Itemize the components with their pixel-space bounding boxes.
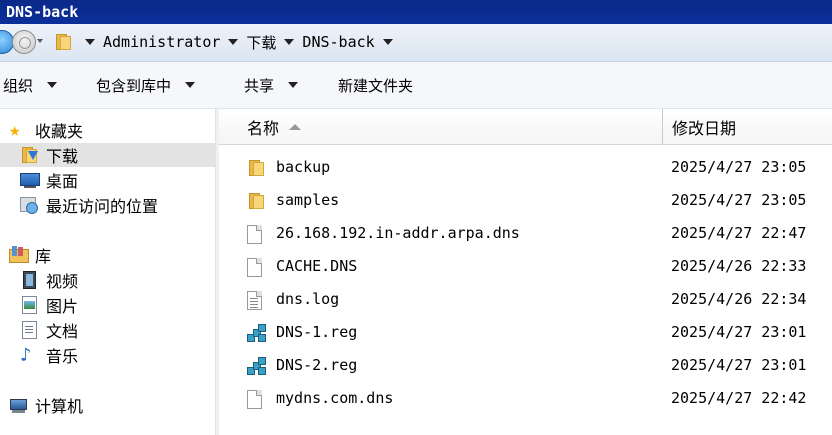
recent-pages-dropdown-icon[interactable] (37, 39, 43, 43)
nav-label: 视频 (46, 272, 79, 291)
chevron-down-icon (47, 82, 58, 88)
share-label: 共享 (244, 76, 275, 95)
star-icon: ★ (9, 119, 21, 141)
registry-file-icon (247, 324, 266, 344)
navigation-pane: ★ 收藏夹 下载 桌面 最近访问的位置 库 视频 图片 文档 ♪ 音乐 计算机 (0, 109, 215, 435)
libraries-icon (9, 245, 29, 265)
file-icon (247, 225, 265, 245)
share-button[interactable]: 共享 (244, 74, 299, 96)
include-library-label: 包含到库中 (96, 76, 172, 95)
folder-icon (247, 192, 265, 212)
sort-ascending-icon (289, 123, 302, 130)
file-name: DNS-1.reg (276, 323, 358, 341)
computer-icon (9, 395, 29, 415)
file-date-modified: 2025/4/27 23:05 (671, 191, 807, 209)
nav-label: 音乐 (46, 347, 79, 366)
chevron-down-icon (288, 82, 299, 88)
documents-icon (20, 320, 40, 340)
file-name: backup (276, 158, 331, 176)
breadcrumb: Administrator 下载 DNS-back (82, 32, 396, 52)
nav-item-pictures[interactable]: 图片 (0, 293, 215, 317)
column-header: 名称 修改日期 (219, 109, 832, 145)
file-row[interactable]: dns.log 2025/4/26 22:34 (219, 284, 832, 317)
chevron-down-icon[interactable] (382, 39, 393, 45)
file-name: mydns.com.dns (276, 389, 394, 407)
column-name-label: 名称 (247, 118, 280, 138)
nav-label: 桌面 (46, 172, 79, 191)
chevron-down-icon[interactable] (85, 39, 95, 45)
file-name: DNS-2.reg (276, 356, 358, 374)
folder-icon (54, 33, 72, 51)
nav-item-videos[interactable]: 视频 (0, 268, 215, 292)
pictures-icon (20, 295, 40, 315)
nav-label: 收藏夹 (35, 122, 84, 141)
nav-label: 下载 (46, 147, 79, 166)
file-date-modified: 2025/4/27 22:47 (671, 224, 807, 242)
window-title: DNS-back (0, 0, 832, 24)
downloads-folder-icon (20, 145, 40, 165)
music-icon: ♪ (20, 344, 32, 366)
file-icon (247, 390, 265, 410)
file-row[interactable]: DNS-1.reg 2025/4/27 23:01 (219, 317, 832, 350)
column-date-label: 修改日期 (672, 118, 737, 138)
column-header-name[interactable]: 名称 (219, 109, 662, 144)
new-folder-label: 新建文件夹 (338, 76, 414, 95)
registry-file-icon (247, 357, 266, 377)
file-date-modified: 2025/4/27 23:01 (671, 323, 807, 341)
new-folder-button[interactable]: 新建文件夹 (338, 74, 413, 96)
file-name: 26.168.192.in-addr.arpa.dns (276, 224, 520, 242)
include-in-library-button[interactable]: 包含到库中 (96, 74, 196, 96)
file-name: samples (276, 191, 340, 209)
chevron-down-icon (185, 82, 196, 88)
organize-label: 组织 (3, 76, 34, 95)
file-date-modified: 2025/4/27 23:01 (671, 356, 807, 374)
text-file-icon (247, 291, 265, 311)
nav-label: 计算机 (35, 397, 84, 416)
nav-item-favorites[interactable]: ★ 收藏夹 (0, 118, 224, 142)
nav-item-computer[interactable]: 计算机 (0, 393, 224, 417)
organize-button[interactable]: 组织 (3, 74, 58, 96)
file-row[interactable]: samples 2025/4/27 23:05 (219, 185, 832, 218)
recent-places-icon (20, 195, 40, 215)
file-date-modified: 2025/4/26 22:33 (671, 257, 807, 275)
nav-label: 最近访问的位置 (46, 197, 159, 216)
breadcrumb-dns-back[interactable]: DNS-back (302, 33, 374, 51)
file-row[interactable]: 26.168.192.in-addr.arpa.dns 2025/4/27 22:… (219, 218, 832, 251)
file-row[interactable]: DNS-2.reg 2025/4/27 23:01 (219, 350, 832, 383)
nav-label: 图片 (46, 297, 79, 316)
nav-item-documents[interactable]: 文档 (0, 318, 215, 342)
nav-item-desktop[interactable]: 桌面 (0, 168, 215, 192)
desktop-icon (20, 170, 40, 190)
forward-button[interactable] (12, 30, 36, 54)
file-name: CACHE.DNS (276, 257, 358, 275)
nav-item-recent-places[interactable]: 最近访问的位置 (0, 193, 215, 217)
nav-item-downloads[interactable]: 下载 (0, 143, 215, 167)
file-date-modified: 2025/4/26 22:34 (671, 290, 807, 308)
breadcrumb-downloads[interactable]: 下载 (246, 32, 276, 53)
nav-item-libraries[interactable]: 库 (0, 243, 224, 267)
column-header-date-modified[interactable]: 修改日期 (663, 109, 832, 144)
folder-icon (247, 159, 265, 179)
file-date-modified: 2025/4/27 23:05 (671, 158, 807, 176)
nav-item-music[interactable]: ♪ 音乐 (0, 343, 215, 367)
nav-label: 文档 (46, 322, 79, 341)
file-row[interactable]: CACHE.DNS 2025/4/26 22:33 (219, 251, 832, 284)
file-name: dns.log (276, 290, 340, 308)
breadcrumb-administrator[interactable]: Administrator (103, 33, 220, 51)
nav-label: 库 (35, 247, 52, 266)
chevron-down-icon[interactable] (284, 39, 295, 45)
file-list: 名称 修改日期 backup 2025/4/27 23:05 samples 2025… (219, 109, 832, 435)
file-row[interactable]: backup 2025/4/27 23:05 (219, 152, 832, 185)
chevron-down-icon[interactable] (228, 39, 239, 45)
videos-icon (20, 270, 40, 290)
address-bar: Administrator 下载 DNS-back (0, 24, 832, 62)
command-toolbar: 组织 包含到库中 共享 新建文件夹 (0, 62, 832, 109)
file-icon (247, 258, 265, 278)
file-row[interactable]: mydns.com.dns 2025/4/27 22:42 (219, 383, 832, 416)
file-date-modified: 2025/4/27 22:42 (671, 389, 807, 407)
